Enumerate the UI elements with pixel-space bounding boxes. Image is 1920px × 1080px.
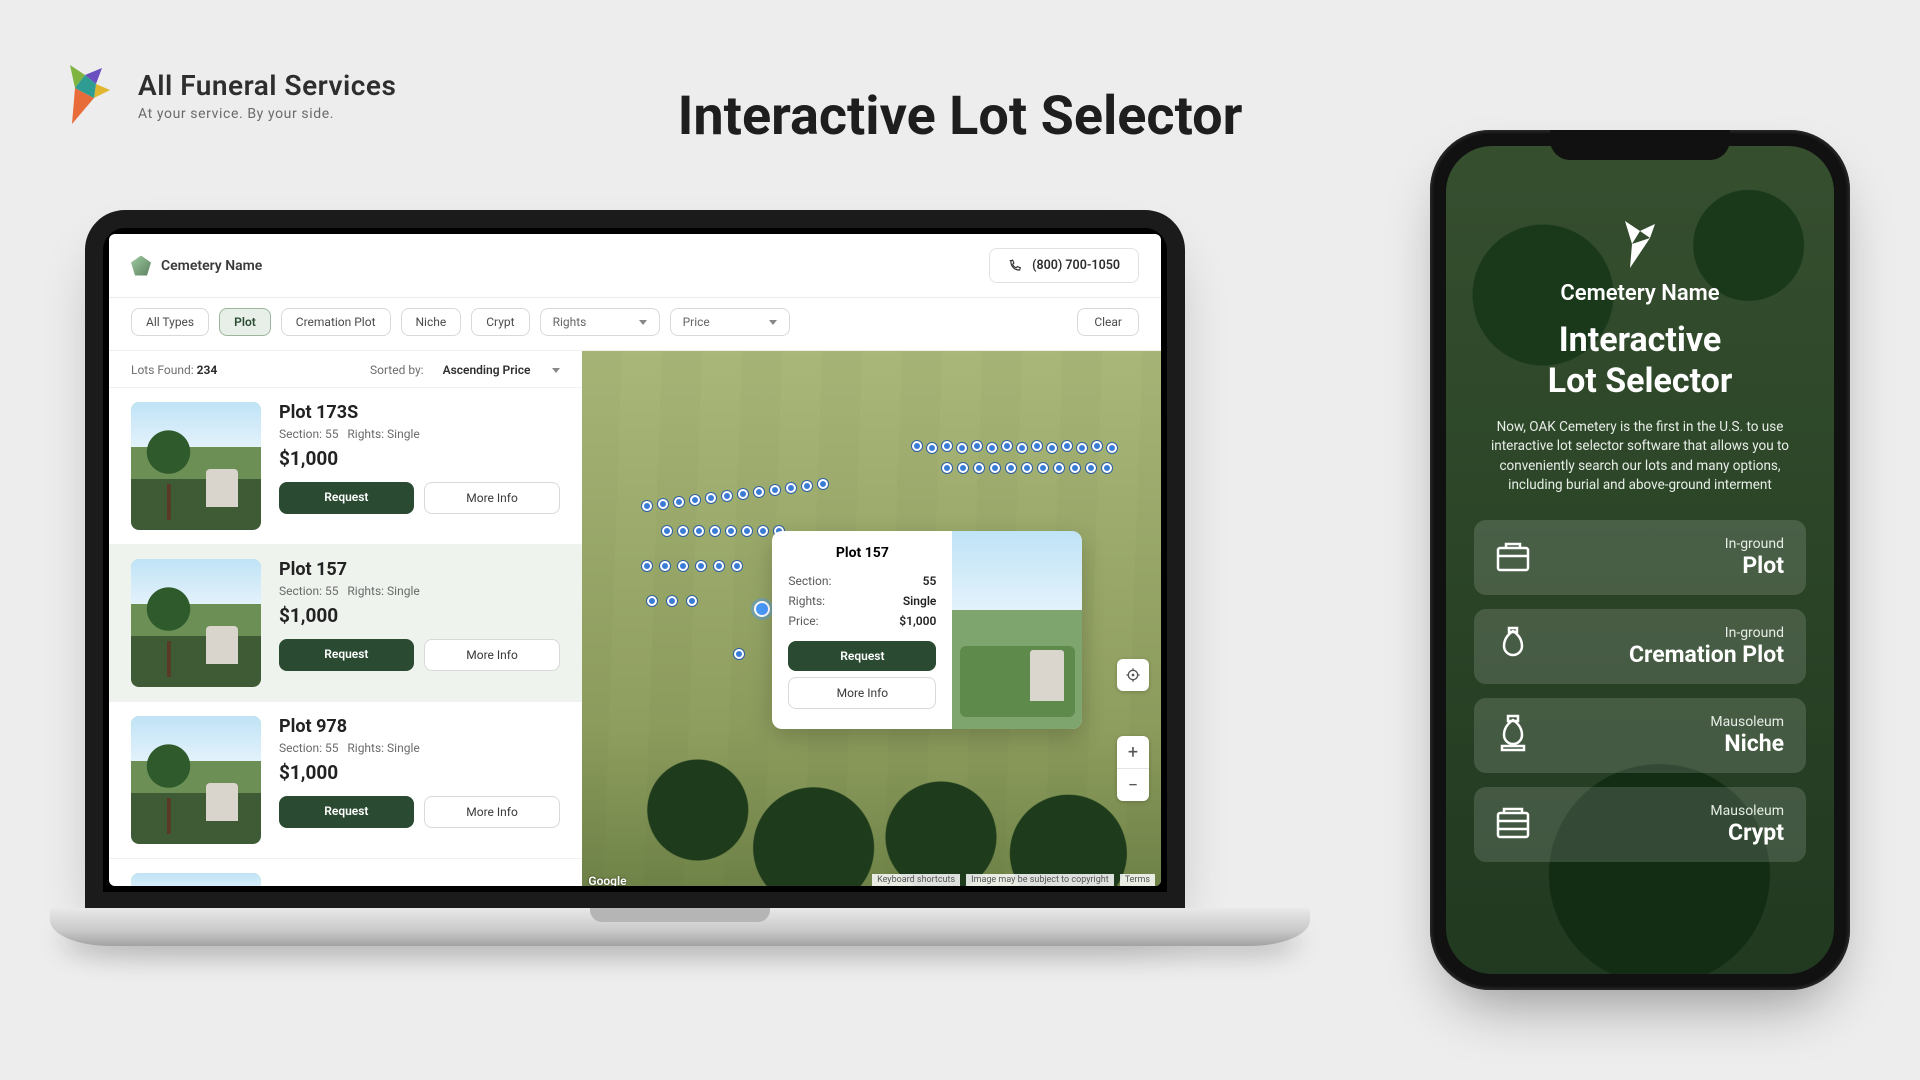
- category-subtitle: Mausoleum: [1710, 714, 1784, 730]
- chevron-down-icon: [552, 368, 560, 373]
- filter-chip-plot[interactable]: Plot: [219, 308, 271, 336]
- imagery-notice: Image may be subject to copyright: [966, 874, 1114, 886]
- request-button[interactable]: Request: [279, 639, 414, 671]
- category-subtitle: In-ground: [1725, 536, 1784, 552]
- phone-button[interactable]: (800) 700-1050: [989, 248, 1139, 283]
- lot-thumbnail: [131, 559, 261, 687]
- category-icon: [1492, 536, 1534, 578]
- map-attribution: Google Keyboard shortcuts Image may be s…: [582, 871, 1161, 886]
- mobile-heading: InteractiveLot Selector: [1474, 320, 1806, 402]
- terms-link[interactable]: Terms: [1120, 874, 1155, 886]
- filter-chip-cremation-plot[interactable]: Cremation Plot: [281, 308, 391, 336]
- category-icon: [1492, 803, 1534, 845]
- lot-price: $1,000: [279, 761, 560, 784]
- lot-meta: Section: 55 Rights: Single: [279, 584, 560, 598]
- site-logo-icon: [131, 256, 151, 276]
- lot-price: $1,000: [279, 604, 560, 627]
- category-subtitle: In-ground: [1629, 625, 1784, 641]
- site-name[interactable]: Cemetery Name: [131, 256, 262, 276]
- brand-header: All Funeral Services At your service. By…: [50, 60, 396, 130]
- category-title: Niche: [1710, 730, 1784, 757]
- zoom-control: + −: [1117, 736, 1149, 801]
- zoom-in-button[interactable]: +: [1117, 736, 1149, 768]
- site-name-text: Cemetery Name: [161, 258, 262, 274]
- more-info-button[interactable]: More Info: [424, 796, 561, 828]
- category-card-crypt[interactable]: MausoleumCrypt: [1474, 787, 1806, 862]
- brand-title: All Funeral Services: [138, 69, 396, 102]
- lot-title: Plot 173S: [279, 402, 560, 423]
- mobile-description: Now, OAK Cemetery is the first in the U.…: [1480, 418, 1800, 496]
- popup-title: Plot 157: [788, 545, 936, 561]
- brand-logo-icon: [50, 60, 120, 130]
- phone-icon: [1008, 259, 1022, 273]
- phone-mockup: Cemetery Name InteractiveLot Selector No…: [1430, 130, 1850, 990]
- lot-thumbnail: [131, 873, 261, 886]
- more-info-button[interactable]: More Info: [424, 482, 561, 514]
- category-icon: [1492, 625, 1534, 667]
- mobile-logo-icon: [1610, 216, 1670, 271]
- list-item[interactable]: Plot 157 Section: 55 Rights: Single $1,0…: [109, 544, 582, 701]
- phone-number: (800) 700-1050: [1032, 258, 1120, 273]
- request-button[interactable]: Request: [279, 482, 414, 514]
- list-item[interactable]: Plot 173S Section: 55 Rights: Single $1,…: [109, 387, 582, 544]
- chevron-down-icon: [769, 320, 777, 325]
- brand-tagline: At your service. By your side.: [138, 106, 396, 122]
- lot-title: Plot 157: [279, 559, 560, 580]
- request-button[interactable]: Request: [279, 796, 414, 828]
- category-icon: [1492, 714, 1534, 756]
- page-heading: Interactive Lot Selector: [678, 85, 1243, 148]
- popup-thumbnail: [952, 531, 1082, 729]
- mobile-site-name: Cemetery Name: [1474, 281, 1806, 306]
- popup-moreinfo-button[interactable]: More Info: [788, 677, 936, 709]
- more-info-button[interactable]: More Info: [424, 639, 561, 671]
- google-logo: Google: [588, 874, 626, 886]
- zoom-out-button[interactable]: −: [1117, 769, 1149, 801]
- filter-row: All Types Plot Cremation Plot Niche Crypt Ri…: [109, 298, 1161, 351]
- filter-chip-all-types[interactable]: All Types: [131, 308, 209, 336]
- results-count: Lots Found: 234: [131, 363, 217, 377]
- category-card-plot[interactable]: In-groundPlot: [1474, 520, 1806, 595]
- lot-thumbnail: [131, 716, 261, 844]
- lot-meta: Section: 55 Rights: Single: [279, 741, 560, 755]
- rights-dropdown[interactable]: Rights: [540, 308, 660, 336]
- price-dropdown[interactable]: Price: [670, 308, 790, 336]
- app-header: Cemetery Name (800) 700-1050: [109, 234, 1161, 298]
- lot-meta: Section: 55 Rights: Single: [279, 427, 560, 441]
- map-popup: Plot 157 Section:55 Rights:Single Price:…: [772, 531, 1082, 729]
- category-card-cremation-plot[interactable]: In-groundCremation Plot: [1474, 609, 1806, 684]
- chevron-down-icon: [639, 320, 647, 325]
- category-title: Plot: [1725, 552, 1784, 579]
- lot-price: $1,000: [279, 447, 560, 470]
- filter-chip-crypt[interactable]: Crypt: [471, 308, 529, 336]
- clear-button[interactable]: Clear: [1077, 308, 1139, 336]
- sort-dropdown[interactable]: Sorted by: Ascending Price: [370, 363, 560, 377]
- locate-button[interactable]: [1117, 659, 1149, 691]
- list-item[interactable]: [109, 858, 582, 886]
- category-subtitle: Mausoleum: [1710, 803, 1784, 819]
- results-list: Lots Found: 234 Sorted by: Ascending Pri…: [109, 351, 582, 886]
- list-item[interactable]: Plot 978 Section: 55 Rights: Single $1,0…: [109, 701, 582, 858]
- filter-chip-niche[interactable]: Niche: [401, 308, 462, 336]
- popup-request-button[interactable]: Request: [788, 641, 936, 671]
- map-view[interactable]: Plot 157 Section:55 Rights:Single Price:…: [582, 351, 1161, 886]
- category-title: Cremation Plot: [1629, 641, 1784, 668]
- lot-title: Plot 978: [279, 716, 560, 737]
- laptop-mockup: Cemetery Name (800) 700-1050 All Types Pl…: [50, 210, 1220, 946]
- crosshair-icon: [1125, 667, 1141, 683]
- lot-thumbnail: [131, 402, 261, 530]
- category-title: Crypt: [1710, 819, 1784, 846]
- keyboard-shortcuts-link[interactable]: Keyboard shortcuts: [872, 874, 960, 886]
- category-card-niche[interactable]: MausoleumNiche: [1474, 698, 1806, 773]
